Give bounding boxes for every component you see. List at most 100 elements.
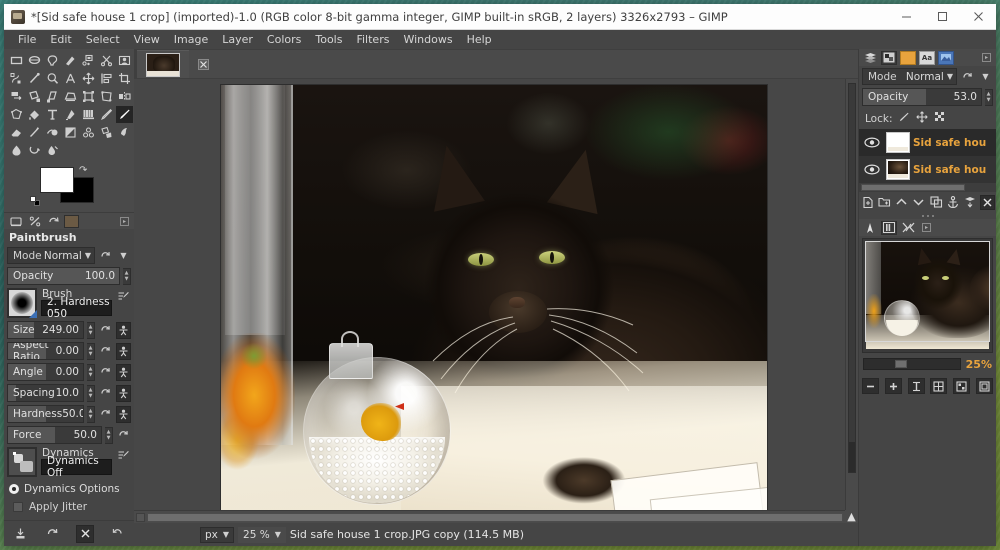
menu-file[interactable]: File xyxy=(11,30,43,49)
zoom-in-icon[interactable] xyxy=(884,378,902,394)
text-icon[interactable] xyxy=(44,106,61,123)
unit-select[interactable]: px ▼ xyxy=(200,526,235,543)
layer-list-scroll[interactable] xyxy=(859,183,996,192)
edit-dynamics-icon[interactable] xyxy=(116,447,131,464)
fill-window-icon[interactable] xyxy=(953,378,971,394)
clone-icon[interactable] xyxy=(62,124,79,141)
device-status-tab-icon[interactable] xyxy=(26,214,43,229)
canvas-horizontal-scrollbar[interactable] xyxy=(134,510,845,523)
hardness-stepper[interactable]: ▲ ▼ xyxy=(87,405,95,423)
layer-opacity-stepper[interactable]: ▲ ▼ xyxy=(985,88,993,106)
undo-history-tab-icon[interactable] xyxy=(45,214,62,229)
menu-filters[interactable]: Filters xyxy=(349,30,396,49)
navigation-tab-icon[interactable] xyxy=(862,221,878,235)
images-tab-icon[interactable] xyxy=(938,50,954,65)
move-icon[interactable] xyxy=(80,70,97,87)
canvas-image[interactable] xyxy=(220,84,768,510)
fuzzy-select-icon[interactable] xyxy=(62,52,79,69)
handle-transform-icon[interactable] xyxy=(98,88,115,105)
bucket-fill-icon[interactable] xyxy=(26,106,43,123)
opacity-slider[interactable]: Opacity 100.0 xyxy=(7,267,120,285)
tool-options-tab-icon[interactable] xyxy=(7,214,24,229)
rectangle-select-icon[interactable] xyxy=(8,52,25,69)
aspect-ratio-stepper[interactable]: ▲ ▼ xyxy=(87,342,95,360)
layer-mode-chevron-icon[interactable]: ▼ xyxy=(978,68,993,85)
pencil-icon[interactable] xyxy=(80,106,97,123)
canvas[interactable] xyxy=(134,79,845,510)
pointer-tab-icon[interactable] xyxy=(900,221,916,235)
aspect-ratio-slider[interactable]: Aspect Ratio 0.00 xyxy=(7,342,84,360)
reset-layer-mode-icon[interactable] xyxy=(960,68,975,85)
tab-menu-icon[interactable]: ▸ xyxy=(120,216,129,226)
zoom-selection-icon[interactable] xyxy=(976,378,994,394)
new-layer-group-icon[interactable] xyxy=(877,195,892,210)
dock-separator-grip[interactable] xyxy=(859,212,996,219)
menu-layer[interactable]: Layer xyxy=(215,30,260,49)
spacing-stepper[interactable]: ▲ ▼ xyxy=(87,384,95,402)
foreground-color-swatch[interactable] xyxy=(40,167,74,193)
minimize-button[interactable] xyxy=(888,4,924,30)
navigation-viewport-frame[interactable] xyxy=(865,241,990,342)
color-picker-icon[interactable] xyxy=(26,70,43,87)
dodge-burn-icon[interactable] xyxy=(26,142,43,159)
mypaint-brush-icon[interactable] xyxy=(44,124,61,141)
canvas-vertical-scrollbar[interactable] xyxy=(845,79,858,510)
scissors-select-icon[interactable] xyxy=(98,52,115,69)
quick-mask-toggle[interactable] xyxy=(136,512,145,522)
text-tab-icon[interactable]: Aa xyxy=(919,50,935,65)
perspective-icon[interactable] xyxy=(62,88,79,105)
menu-image[interactable]: Image xyxy=(167,30,215,49)
fit-image-in-window-icon[interactable] xyxy=(930,378,948,394)
force-slider[interactable]: Force 50.0 xyxy=(7,426,102,444)
free-select-icon[interactable] xyxy=(44,52,61,69)
gradient-icon[interactable] xyxy=(62,106,79,123)
shear-icon[interactable] xyxy=(44,88,61,105)
select-by-color-icon[interactable] xyxy=(80,52,97,69)
hardness-slider[interactable]: Hardness 50.0 xyxy=(7,405,84,423)
swap-colors-icon[interactable]: ↷ xyxy=(79,165,87,176)
reset-angle-icon[interactable] xyxy=(98,364,113,381)
ellipse-select-icon[interactable] xyxy=(26,52,43,69)
link-size-dynamics-icon[interactable] xyxy=(116,321,131,339)
airbrush-icon[interactable] xyxy=(26,124,43,141)
scale-icon[interactable] xyxy=(26,88,43,105)
link-spacing-dynamics-icon[interactable] xyxy=(116,384,131,402)
alignment-icon[interactable] xyxy=(98,70,115,87)
image-tab[interactable] xyxy=(137,50,189,78)
link-aspect-ratio-dynamics-icon[interactable] xyxy=(116,342,131,360)
table-row[interactable]: Sid safe hou xyxy=(859,156,996,183)
raise-layer-icon[interactable] xyxy=(894,195,909,210)
duplicate-layer-icon[interactable] xyxy=(929,195,944,210)
reset-size-icon[interactable] xyxy=(98,322,113,339)
delete-layer-icon[interactable] xyxy=(979,194,995,210)
size-slider[interactable]: Size 249.00 xyxy=(7,321,84,339)
unified-transform-icon[interactable] xyxy=(80,88,97,105)
dynamics-options-expander[interactable]: Dynamics Options xyxy=(7,480,131,498)
spacing-slider[interactable]: Spacing 10.0 xyxy=(7,384,84,402)
paintbrush-icon[interactable] xyxy=(116,106,133,123)
menu-tools[interactable]: Tools xyxy=(308,30,349,49)
brush-name-value[interactable]: 2. Hardness 050 xyxy=(41,296,112,320)
zoom-select[interactable]: 25 % ▼ xyxy=(238,526,286,543)
lock-pixels-icon[interactable] xyxy=(898,111,910,126)
link-hardness-dynamics-icon[interactable] xyxy=(116,405,131,423)
histogram-tab-icon[interactable] xyxy=(881,220,897,235)
reset-mode-icon[interactable] xyxy=(98,247,113,264)
save-tool-options-icon[interactable] xyxy=(11,525,29,543)
channels-tab-icon[interactable] xyxy=(881,50,897,65)
layer-visibility-icon[interactable] xyxy=(861,164,883,175)
zoom-1-1-icon[interactable] xyxy=(907,378,925,394)
restore-tool-options-icon[interactable] xyxy=(44,525,62,543)
delete-tool-options-icon[interactable] xyxy=(76,524,95,543)
ink-icon[interactable] xyxy=(98,106,115,123)
anchor-layer-icon[interactable] xyxy=(946,195,961,210)
menu-windows[interactable]: Windows xyxy=(396,30,459,49)
angle-slider[interactable]: Angle 0.00 xyxy=(7,363,84,381)
paths-tab-icon[interactable] xyxy=(900,50,916,65)
brush-preview[interactable] xyxy=(7,288,37,318)
tab-menu-icon[interactable]: ▸ xyxy=(982,53,991,62)
menu-help[interactable]: Help xyxy=(460,30,499,49)
rotate-icon[interactable] xyxy=(8,88,25,105)
flip-icon[interactable] xyxy=(116,88,133,105)
reset-tool-options-icon[interactable] xyxy=(109,525,127,543)
